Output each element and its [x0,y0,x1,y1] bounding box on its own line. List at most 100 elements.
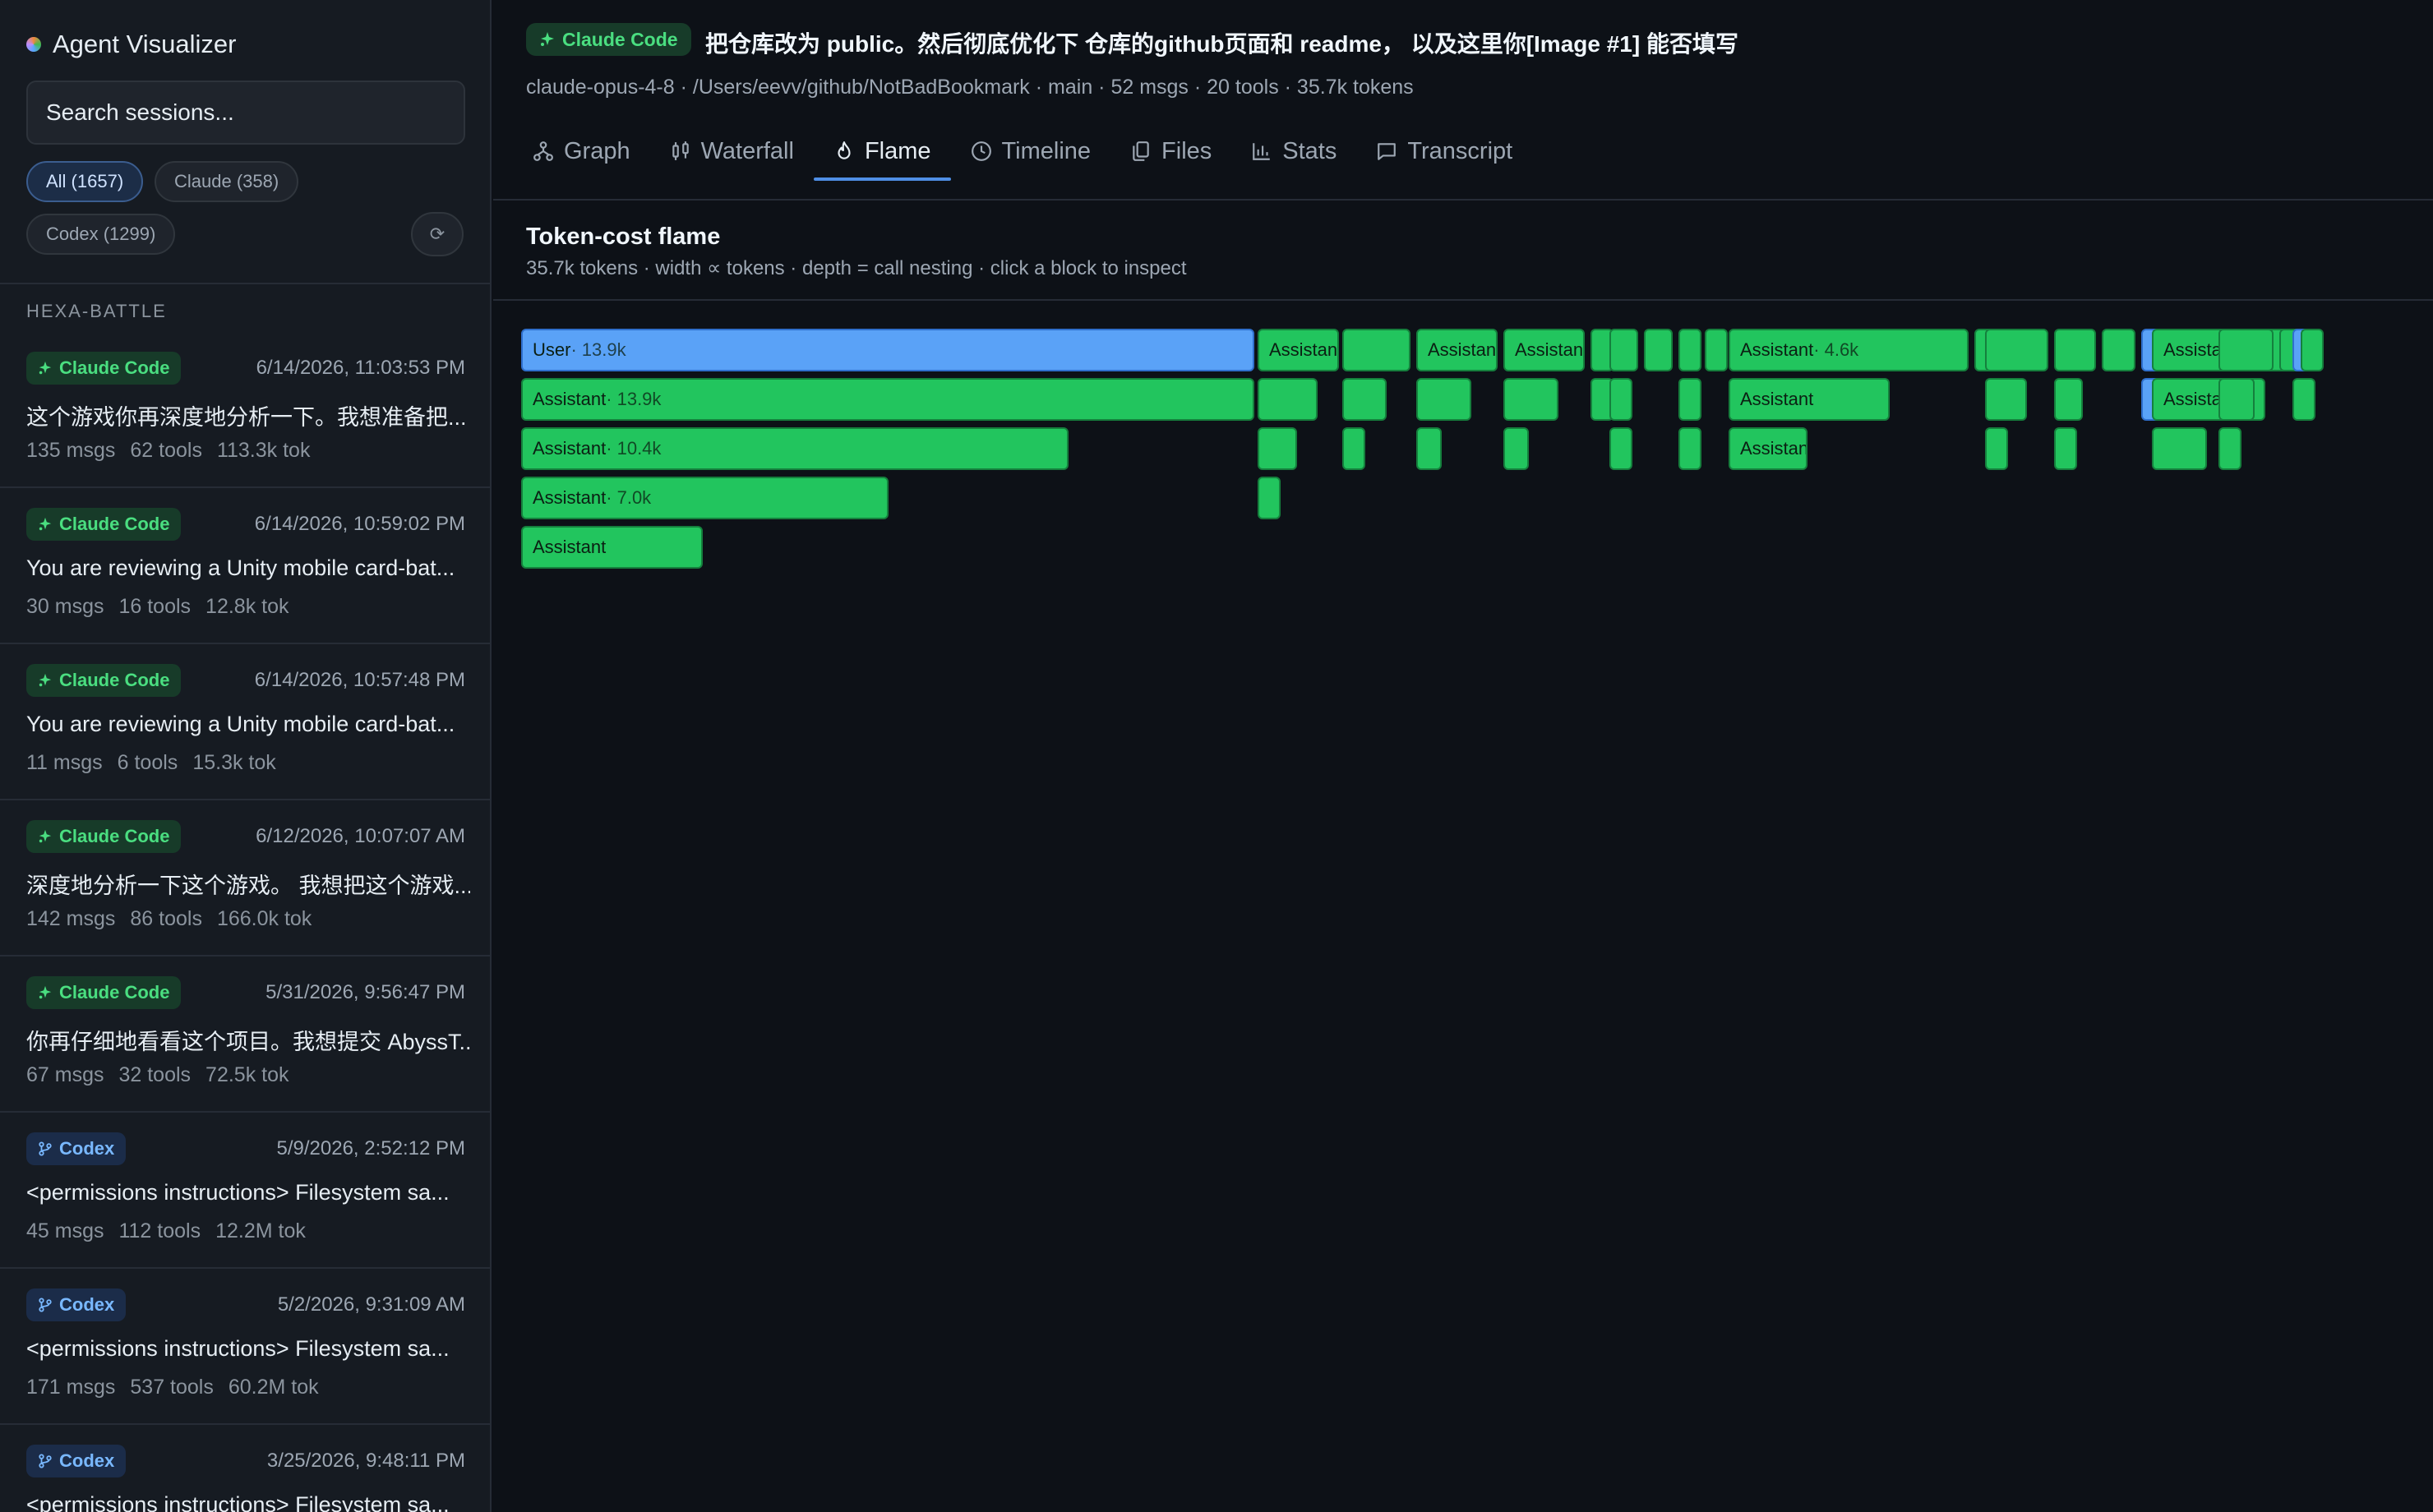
session-item[interactable]: Claude Code 5/31/2026, 9:56:47 PM 你再仔细地看看这… [0,957,490,1113]
flame-block-assistant[interactable] [1416,427,1442,470]
session-source-badge: Claude Code [526,23,691,56]
filter-claude-chip[interactable]: Claude (358) [155,161,299,202]
flame-block-assistant[interactable] [2292,378,2315,421]
flame-block-assistant[interactable]: Assistant · 13.9k [521,378,1254,421]
flame-block-assistant[interactable] [1609,427,1632,470]
flame-block-assistant[interactable] [1258,378,1318,421]
sparkle-icon [39,985,52,999]
flame-block-assistant[interactable]: Assistant · 10.4k [521,427,1069,470]
flame-block-assistant[interactable]: Assistant · 4.6k [1729,329,1969,371]
session-item[interactable]: Codex 5/9/2026, 2:52:12 PM <permissions in… [0,1113,490,1269]
tab-graph[interactable]: Graph [513,123,650,179]
flame-block-assistant[interactable]: Assistant [1503,329,1585,371]
flame-block-assistant[interactable] [2301,329,2324,371]
flame-block-assistant[interactable]: Assistant [1729,378,1890,421]
session-item[interactable]: Codex 5/2/2026, 9:31:09 AM <permissions in… [0,1269,490,1425]
flame-block-assistant[interactable] [1342,378,1387,421]
tab-label: Graph [564,137,630,164]
session-item-title: <permissions instructions> Filesystem sa… [26,1180,450,1205]
session-tools: 86 tools [130,907,202,930]
session-item-title: 这个游戏你再深度地分析一下。我想准备把... [26,405,467,430]
session-meta: claude-opus-4-8 · /Users/eevv/github/Not… [526,76,1414,99]
session-item-title: You are reviewing a Unity mobile card-ba… [26,555,455,580]
flame-block-assistant[interactable]: Assistant [1416,329,1498,371]
header-divider [493,199,2433,201]
flame-block-assistant[interactable] [1678,378,1701,421]
session-item-title: 深度地分析一下这个游戏。 我想把这个游戏... [26,874,470,898]
session-date: 5/9/2026, 2:52:12 PM [276,1137,466,1159]
flame-block-assistant[interactable] [1416,378,1471,421]
tab-waterfall[interactable]: Waterfall [650,123,814,179]
session-date: 3/25/2026, 9:48:11 PM [266,1450,465,1472]
session-item[interactable]: Claude Code 6/12/2026, 10:07:07 AM 深度地分析一下… [0,800,490,957]
session-item[interactable]: Claude Code 6/14/2026, 11:03:53 PM 这个游戏你再深… [0,332,490,488]
flame-block-label: Assistant [533,487,607,508]
flame-block-assistant[interactable] [1985,378,2027,421]
refresh-icon: ⟳ [429,224,446,244]
tab-timeline[interactable]: Timeline [951,123,1111,179]
session-tokens: 12.8k tok [205,595,289,618]
flame-block-assistant[interactable] [2218,329,2274,371]
session-stats: 135 msgs 62 tools 113.3k tok [26,439,310,463]
search-input[interactable] [26,81,465,145]
flame-block-assistant[interactable] [1985,329,2048,371]
session-item[interactable]: Codex 3/25/2026, 9:48:11 PM <permissions i… [0,1425,490,1512]
tab-files[interactable]: Files [1110,123,1231,179]
view-tabs: Graph Waterfall Flame Timeline Files Sta… [513,123,1532,181]
flame-block-assistant[interactable] [1503,427,1529,470]
session-item[interactable]: Claude Code 6/14/2026, 10:57:48 PM You are… [0,644,490,800]
flame-block-assistant[interactable] [1705,329,1728,371]
flame-block-assistant[interactable] [1678,427,1701,470]
meta-model: claude-opus-4-8 [526,76,675,99]
tab-label: Files [1161,137,1212,164]
session-tokens: 12.2M tok [215,1219,306,1242]
flame-block-assistant[interactable] [2054,378,2083,421]
flame-block-assistant[interactable]: Assistant [1258,329,1339,371]
flame-block-assistant[interactable] [1609,378,1632,421]
flame-block-assistant[interactable] [1503,378,1558,421]
flame-block-assistant[interactable] [2054,427,2077,470]
flame-block-assistant[interactable]: Assistant [521,526,703,569]
tab-transcript[interactable]: Transcript [1356,123,1532,179]
sidebar-divider [0,283,490,284]
flame-block-tokens: 10.4k [616,438,662,459]
flame-block-user[interactable]: User · 13.9k [521,329,1254,371]
flame-block-assistant[interactable]: Assistant · 7.0k [521,477,889,519]
flame-block-assistant[interactable]: Assistant [1729,427,1807,470]
session-stats: 67 msgs 32 tools 72.5k tok [26,1063,289,1087]
filter-all-chip[interactable]: All (1657) [26,161,144,202]
tab-flame[interactable]: Flame [813,123,951,181]
flame-block-assistant[interactable] [1609,329,1638,371]
flame-block-assistant[interactable] [2152,427,2207,470]
flame-block-assistant[interactable] [1644,329,1673,371]
main-panel: Claude Code 把仓库改为 public。然后彻底优化下 仓库的gith… [493,0,2433,1512]
refresh-button[interactable]: ⟳ [411,212,464,256]
flame-block-assistant[interactable] [2102,329,2135,371]
flame-block-assistant[interactable] [2054,329,2096,371]
flame-block-assistant[interactable] [1342,329,1410,371]
flame-block-assistant[interactable] [1342,427,1365,470]
source-badge: Claude Code [26,352,182,385]
session-item[interactable]: Claude Code 6/14/2026, 10:59:02 PM You are… [0,488,490,644]
clock-icon [971,141,991,161]
flame-block-label: Assistant [533,389,607,409]
flame-block-separator: · [606,438,612,459]
flame-block-assistant[interactable] [1678,329,1701,371]
flame-block-assistant[interactable] [2218,378,2255,421]
flame-block-assistant[interactable] [1258,477,1281,519]
bar-chart-icon [1253,143,1271,160]
session-title: 把仓库改为 public。然后彻底优化下 仓库的github页面和 readme… [705,31,1738,57]
filter-codex-chip[interactable]: Codex (1299) [26,214,176,255]
flame-block-label: Assistant [1740,438,1807,459]
session-date: 5/2/2026, 9:31:09 AM [277,1293,465,1316]
flame-block-assistant[interactable] [1258,427,1297,470]
chat-icon [1378,143,1397,160]
source-badge: Claude Code [26,508,182,541]
session-tokens: 166.0k tok [216,907,312,930]
files-icon [1133,141,1149,161]
session-item-title: You are reviewing a Unity mobile card-ba… [26,712,455,736]
flame-block-assistant[interactable] [2218,427,2241,470]
source-label: Claude Code [59,670,170,690]
tab-stats[interactable]: Stats [1231,123,1356,179]
flame-block-assistant[interactable] [1985,427,2008,470]
